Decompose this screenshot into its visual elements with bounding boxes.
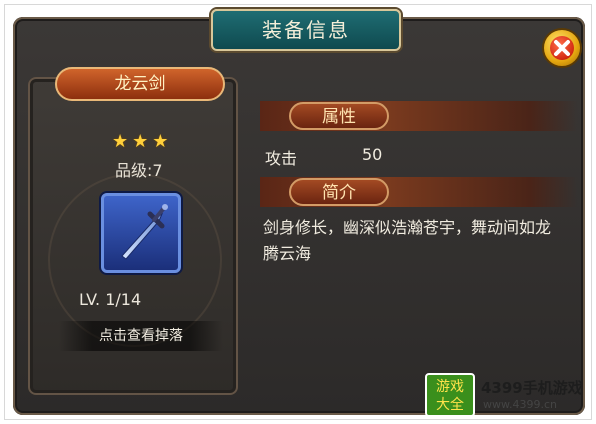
view-drop-button[interactable]: 点击查看掉落 <box>59 321 223 351</box>
attribute-label: 攻击 <box>265 149 298 168</box>
star-icon: ★ <box>132 131 149 152</box>
item-icon-slot <box>101 193 181 273</box>
watermark-logo: 游戏 大全 <box>425 373 475 417</box>
screenshot-frame: 装备信息 龙云剑 ★ ★ ★ 品级:7 LV. 1/14 点击查看掉落 属性 攻… <box>4 4 592 420</box>
star-rating: ★ ★ ★ <box>112 133 182 153</box>
attributes-title: 属性 <box>289 102 389 130</box>
intro-title: 简介 <box>289 178 389 206</box>
item-grade: 品级:7 <box>115 161 163 180</box>
watermark: 游戏 大全 4399手机游戏 www.4399.cn <box>425 373 591 417</box>
star-icon: ★ <box>112 131 129 152</box>
item-level: LV. 1/14 <box>79 290 142 309</box>
watermark-logo-line2: 大全 <box>436 397 464 413</box>
close-x-icon <box>554 40 570 56</box>
window-title: 装备信息 <box>211 9 401 51</box>
item-name: 龙云剑 <box>55 67 225 101</box>
watermark-title: 4399手机游戏 <box>481 379 583 397</box>
watermark-url: www.4399.cn <box>483 398 557 411</box>
attribute-value: 50 <box>362 145 383 164</box>
item-description: 剑身修长，幽深似浩瀚苍宇，舞动间如龙腾云海 <box>263 218 552 263</box>
sword-icon <box>121 204 168 260</box>
watermark-logo-line1: 游戏 <box>436 379 464 395</box>
close-button[interactable] <box>542 28 582 68</box>
star-icon: ★ <box>152 131 169 152</box>
